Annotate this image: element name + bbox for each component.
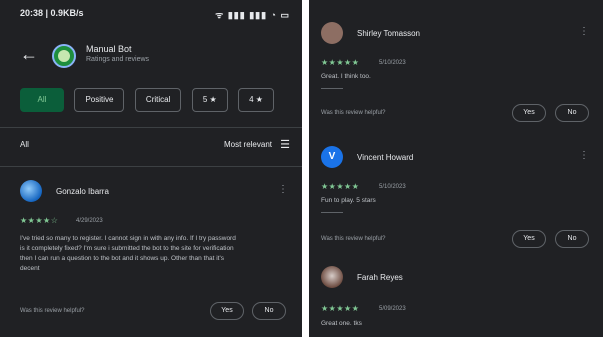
review-text-line: is it completely fixed? I'm sure i submi… (20, 245, 234, 252)
filter-row: All Most relevant ☰ (20, 138, 290, 154)
yes-button[interactable]: Yes (512, 230, 546, 248)
reviewer-name: Vincent Howard (357, 153, 414, 162)
reviewer-avatar: V (321, 146, 343, 168)
no-button[interactable]: No (555, 104, 589, 122)
right-screen: Shirley Tomasson ⋮ ★★★★★ 5/10/2023 Great… (309, 0, 603, 337)
app-name: Manual Bot (86, 44, 132, 54)
divider (321, 88, 343, 89)
status-bar: 20:38 | 0.9KB/s ᯤ ▮▮▮ ▮▮▮ ◔ ▭ (20, 8, 290, 22)
left-screen: 20:38 | 0.9KB/s ᯤ ▮▮▮ ▮▮▮ ◔ ▭ ← Manual B… (0, 0, 302, 337)
star-rating: ★★★★★ (321, 182, 360, 191)
review-text-line: then I can run a question to the bot and… (20, 255, 224, 262)
reviewer-name: Farah Reyes (357, 273, 403, 282)
reviewer-name: Gonzalo Ibarra (56, 187, 109, 196)
helpful-prompt: Was this review helpful? (321, 236, 386, 242)
chip-positive[interactable]: Positive (74, 88, 125, 112)
yes-button[interactable]: Yes (210, 302, 244, 320)
more-options-icon[interactable]: ⋮ (579, 150, 589, 161)
no-button[interactable]: No (555, 230, 589, 248)
review-date: 5/10/2023 (379, 184, 406, 190)
review-text: Great. I think too. (321, 73, 371, 80)
reviewer-name: Shirley Tomasson (357, 29, 420, 38)
review-date: 5/10/2023 (379, 60, 406, 66)
app-subtitle: Ratings and reviews (86, 56, 150, 63)
status-time: 20:38 | 0.9KB/s (20, 8, 84, 18)
back-arrow-icon[interactable]: ← (20, 44, 38, 65)
sort-dropdown[interactable]: Most relevant (224, 140, 272, 149)
review-card: V Vincent Howard ⋮ ★★★★★ 5/10/2023 Fun t… (309, 146, 603, 256)
no-button[interactable]: No (252, 302, 286, 320)
chip-5-star[interactable]: 5 ★ (191, 88, 228, 112)
star-rating: ★★★★☆ (20, 216, 59, 225)
review-date: 4/29/2023 (76, 218, 103, 224)
chip-critical[interactable]: Critical (134, 88, 182, 112)
review-card: Gonzalo Ibarra ⋮ ★★★★☆ 4/29/2023 I've tr… (0, 180, 302, 330)
helpful-prompt: Was this review helpful? (20, 308, 85, 314)
review-text: Great one. tks (321, 320, 362, 327)
review-card: Farah Reyes ★★★★★ 5/09/2023 Great one. t… (309, 266, 603, 337)
review-text-line: decent (20, 265, 40, 272)
divider (321, 212, 343, 213)
app-icon (52, 44, 76, 68)
review-text-line: I've tried so many to register. I cannot… (20, 235, 236, 242)
review-text: Fun to play. 5 stars (321, 197, 376, 204)
status-icons: ᯤ ▮▮▮ ▮▮▮ ◔ ▭ (215, 10, 290, 20)
divider (0, 166, 302, 167)
review-date: 5/09/2023 (379, 306, 406, 312)
reviewer-avatar (20, 180, 42, 202)
more-options-icon[interactable]: ⋮ (278, 184, 288, 195)
more-options-icon[interactable]: ⋮ (579, 26, 589, 37)
review-text: I've tried so many to register. I cannot… (20, 234, 290, 274)
sort-icon[interactable]: ☰ (280, 138, 290, 151)
app-header: ← Manual Bot Ratings and reviews (0, 40, 302, 74)
review-card: Shirley Tomasson ⋮ ★★★★★ 5/10/2023 Great… (309, 22, 603, 132)
divider (0, 127, 302, 128)
helpful-prompt: Was this review helpful? (321, 110, 386, 116)
reviewer-avatar (321, 266, 343, 288)
yes-button[interactable]: Yes (512, 104, 546, 122)
chip-all[interactable]: All (20, 88, 64, 112)
star-rating: ★★★★★ (321, 58, 360, 67)
reviewer-avatar (321, 22, 343, 44)
chip-4-star[interactable]: 4 ★ (238, 88, 274, 112)
star-rating: ★★★★★ (321, 304, 360, 313)
filter-chips: All Positive Critical 5 ★ 4 ★ (20, 88, 302, 114)
filter-label: All (20, 140, 29, 149)
